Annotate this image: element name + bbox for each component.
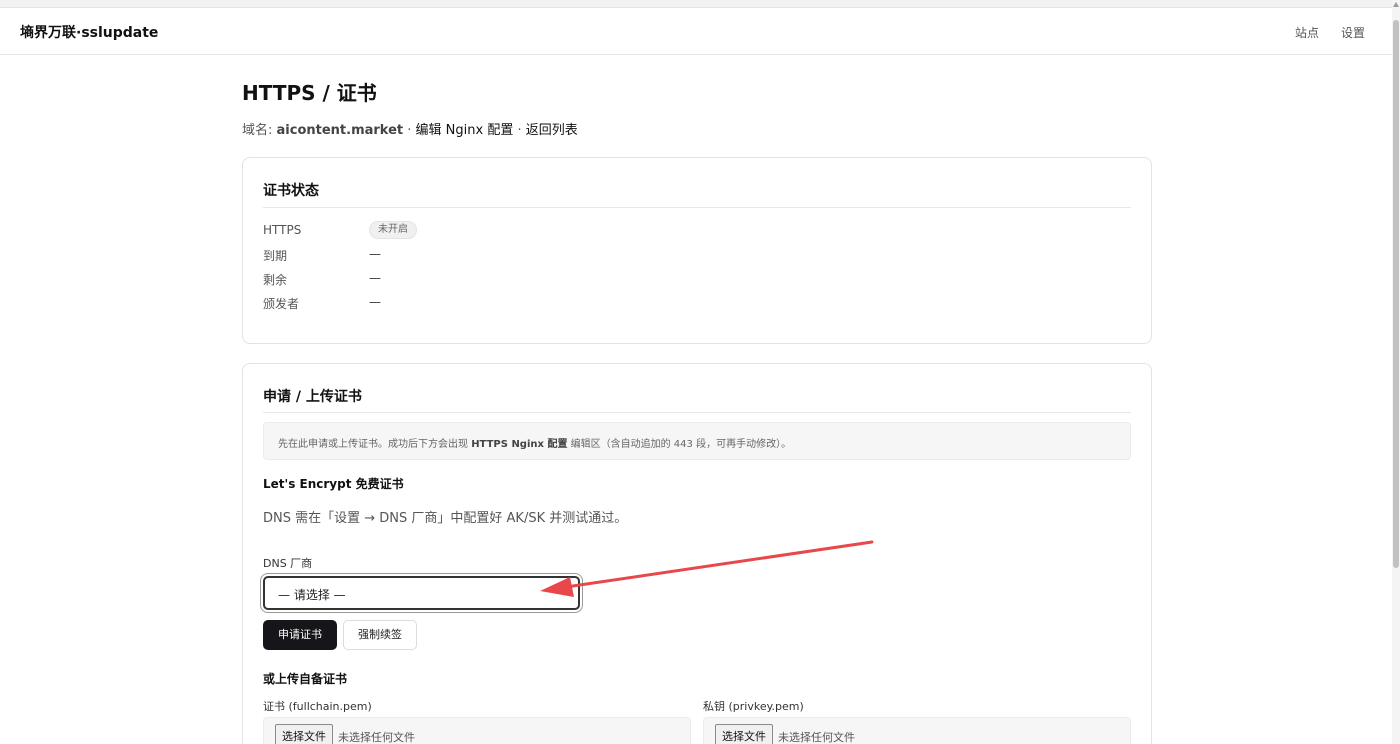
browser-top-strip	[0, 0, 1392, 8]
vertical-scrollbar[interactable]	[1392, 0, 1400, 744]
page-title: HTTPS / 证书	[242, 81, 377, 105]
key-file-input[interactable]: 选择文件 未选择任何文件	[703, 717, 1131, 744]
breadcrumb-separator: ·	[403, 123, 416, 138]
issuer-value: —	[369, 295, 381, 309]
issuer-label: 颁发者	[263, 297, 300, 311]
force-renew-button[interactable]: 强制续签	[343, 620, 417, 650]
upload-own-cert-title: 或上传自备证书	[263, 672, 348, 686]
expiry-label: 到期	[263, 249, 288, 263]
https-label: HTTPS	[263, 223, 302, 237]
breadcrumb: 域名: aicontent.market · 编辑 Nginx 配置 · 返回列…	[242, 119, 578, 138]
domain-prefix-label: 域名:	[242, 123, 277, 138]
cert-status-card: 证书状态 HTTPS 未开启 到期 — 剩余 — 颁发者 —	[242, 157, 1152, 344]
cert-file-label: 证书 (fullchain.pem)	[263, 700, 372, 713]
brand-logo-text[interactable]: 墒界万联·sslupdate	[20, 22, 158, 42]
scrollbar-thumb[interactable]	[1393, 20, 1399, 568]
key-file-status: 未选择任何文件	[778, 731, 855, 744]
dns-provider-select[interactable]: — 请选择 — ⌄	[263, 576, 580, 610]
apply-certificate-button[interactable]: 申请证书	[263, 620, 337, 650]
remaining-value: —	[369, 271, 381, 285]
chevron-down-icon: ⌄	[565, 586, 574, 597]
domain-name: aicontent.market	[276, 123, 404, 138]
nav-link-settings[interactable]: 设置	[1341, 24, 1365, 41]
card-divider	[263, 207, 1131, 208]
edit-nginx-config-link[interactable]: 编辑 Nginx 配置	[416, 123, 514, 138]
remaining-label: 剩余	[263, 273, 288, 287]
notice-text: 先在此申请或上传证书。成功后下方会出现	[278, 439, 472, 450]
breadcrumb-separator: ·	[513, 123, 526, 138]
lets-encrypt-title: Let's Encrypt 免费证书	[263, 477, 404, 491]
https-status-badge: 未开启	[369, 221, 417, 239]
card-divider	[263, 412, 1131, 413]
nav-link-sites[interactable]: 站点	[1295, 24, 1319, 41]
notice-highlight: HTTPS Nginx 配置	[471, 439, 568, 450]
top-navbar: 墒界万联·sslupdate 站点 设置	[0, 8, 1392, 55]
dns-provider-selected-value: — 请选择 —	[278, 588, 346, 602]
choose-key-file-button[interactable]: 选择文件	[715, 724, 773, 744]
notice-text-tail: 编辑区（含自动追加的 443 段，可再手动修改）。	[567, 439, 792, 450]
cert-file-input[interactable]: 选择文件 未选择任何文件	[263, 717, 691, 744]
key-file-label: 私钥 (privkey.pem)	[703, 700, 804, 713]
dns-hint-text: DNS 需在「设置 → DNS 厂商」中配置好 AK/SK 并测试通过。	[263, 511, 628, 526]
expiry-value: —	[369, 247, 381, 261]
apply-upload-title: 申请 / 上传证书	[263, 389, 362, 405]
apply-upload-card: 申请 / 上传证书 先在此申请或上传证书。成功后下方会出现 HTTPS Ngin…	[242, 363, 1152, 744]
cert-file-status: 未选择任何文件	[338, 731, 415, 744]
back-to-list-link[interactable]: 返回列表	[526, 123, 578, 138]
scroll-up-arrow-icon[interactable]	[1393, 2, 1399, 7]
info-notice: 先在此申请或上传证书。成功后下方会出现 HTTPS Nginx 配置 编辑区（含…	[263, 422, 1131, 460]
cert-status-title: 证书状态	[263, 183, 319, 199]
choose-cert-file-button[interactable]: 选择文件	[275, 724, 333, 744]
dns-provider-label: DNS 厂商	[263, 557, 313, 570]
